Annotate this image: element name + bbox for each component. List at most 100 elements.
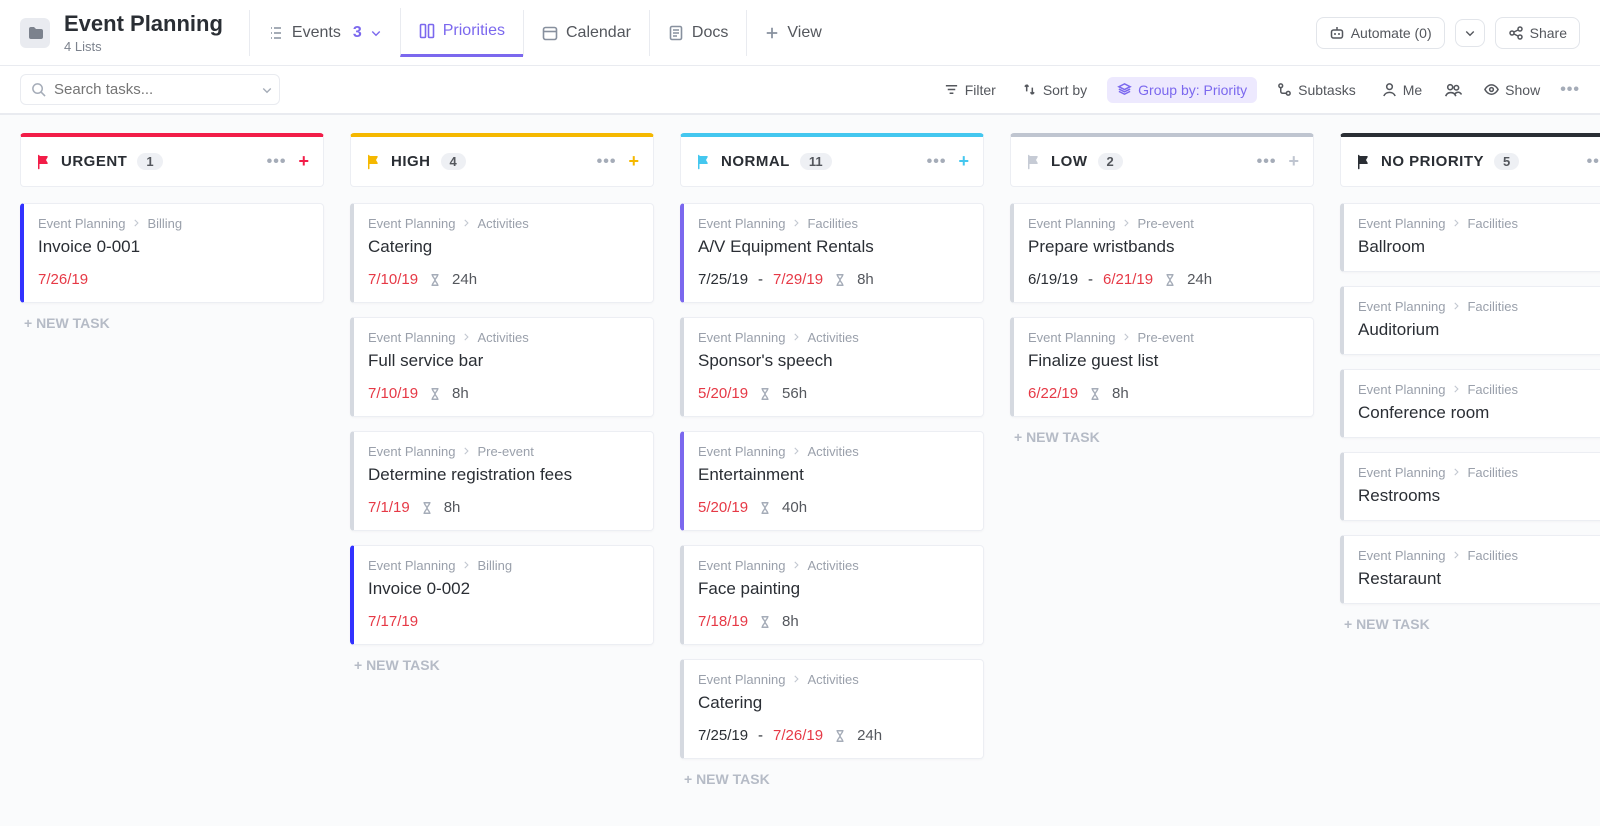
task-card[interactable]: Event PlanningFacilitiesConference room <box>1340 369 1600 438</box>
task-card[interactable]: Event PlanningPre-eventPrepare wristband… <box>1010 203 1314 303</box>
doc-icon <box>668 25 684 41</box>
tab-priorities[interactable]: Priorities <box>400 8 523 57</box>
card-title: Conference room <box>1358 403 1600 423</box>
me-button[interactable]: Me <box>1376 78 1428 102</box>
new-task-button[interactable]: + NEW TASK <box>20 303 324 343</box>
breadcrumb-folder: Event Planning <box>1358 216 1445 231</box>
subtasks-button[interactable]: Subtasks <box>1271 78 1362 102</box>
card-title: Face painting <box>698 579 969 599</box>
chevron-right-icon <box>461 558 471 573</box>
breadcrumb: Event PlanningFacilities <box>1358 299 1600 314</box>
sort-button[interactable]: Sort by <box>1016 78 1093 102</box>
task-card[interactable]: Event PlanningActivitiesCatering7/10/192… <box>350 203 654 303</box>
breadcrumb-folder: Event Planning <box>698 330 785 345</box>
task-card[interactable]: Event PlanningActivitiesCatering7/25/19-… <box>680 659 984 759</box>
breadcrumb-list: Billing <box>477 558 512 573</box>
page-title: Event Planning <box>64 11 223 37</box>
task-card[interactable]: Event PlanningPre-eventDetermine registr… <box>350 431 654 531</box>
automate-more-button[interactable] <box>1455 19 1485 47</box>
group-by-label: Group by: Priority <box>1138 82 1247 98</box>
new-task-button[interactable]: + NEW TASK <box>350 645 654 685</box>
task-card[interactable]: Event PlanningFacilitiesRestaraunt <box>1340 535 1600 604</box>
tab-add-view[interactable]: View <box>746 10 839 56</box>
folder-icon <box>20 18 50 48</box>
column-add-button[interactable]: + <box>628 151 639 172</box>
card-date-start: 7/18/19 <box>698 613 748 630</box>
search-wrap[interactable] <box>20 74 280 105</box>
tab-priorities-label: Priorities <box>443 22 505 40</box>
card-estimate: 56h <box>782 385 807 402</box>
filter-icon <box>944 82 959 97</box>
chevron-down-icon[interactable] <box>261 84 273 96</box>
card-title: Catering <box>368 237 639 257</box>
column-add-button[interactable]: + <box>958 151 969 172</box>
column-title: HIGH <box>391 153 431 170</box>
card-date-end: 6/21/19 <box>1103 271 1153 288</box>
hourglass-icon <box>1088 387 1102 401</box>
card-date-start: 7/25/19 <box>698 271 748 288</box>
show-label: Show <box>1505 82 1540 98</box>
column-more-button[interactable]: ••• <box>927 153 947 171</box>
card-title: Invoice 0-002 <box>368 579 639 599</box>
column-more-button[interactable]: ••• <box>267 153 287 171</box>
column-count: 1 <box>137 153 162 170</box>
task-card[interactable]: Event PlanningBillingInvoice 0-0027/17/1… <box>350 545 654 645</box>
toolbar-more-button[interactable]: ••• <box>1560 81 1580 99</box>
breadcrumb: Event PlanningPre-event <box>368 444 639 459</box>
card-estimate: 8h <box>444 499 461 516</box>
new-task-button[interactable]: + NEW TASK <box>680 759 984 799</box>
new-task-button[interactable]: + NEW TASK <box>1340 604 1600 644</box>
task-card[interactable]: Event PlanningActivitiesFull service bar… <box>350 317 654 417</box>
filter-button[interactable]: Filter <box>938 78 1002 102</box>
robot-icon <box>1329 25 1345 41</box>
card-estimate: 24h <box>1187 271 1212 288</box>
breadcrumb-list: Pre-event <box>1137 216 1193 231</box>
tab-docs[interactable]: Docs <box>649 10 746 56</box>
share-button[interactable]: Share <box>1495 17 1580 49</box>
automate-button[interactable]: Automate (0) <box>1316 17 1445 49</box>
card-title: Ballroom <box>1358 237 1600 257</box>
task-card[interactable]: Event PlanningActivitiesFace painting7/1… <box>680 545 984 645</box>
search-icon <box>31 82 46 97</box>
chevron-right-icon <box>791 672 801 687</box>
breadcrumb-list: Facilities <box>1467 382 1518 397</box>
task-card[interactable]: Event PlanningActivitiesSponsor's speech… <box>680 317 984 417</box>
card-estimate: 8h <box>857 271 874 288</box>
column-more-button[interactable]: ••• <box>597 153 617 171</box>
breadcrumb-folder: Event Planning <box>368 558 455 573</box>
breadcrumb-folder: Event Planning <box>698 558 785 573</box>
column-more-button[interactable]: ••• <box>1587 153 1600 171</box>
task-card[interactable]: Event PlanningActivitiesEntertainment5/2… <box>680 431 984 531</box>
task-card[interactable]: Event PlanningPre-eventFinalize guest li… <box>1010 317 1314 417</box>
column-header: URGENT1•••+ <box>20 133 324 187</box>
chevron-down-icon <box>370 27 382 39</box>
task-card[interactable]: Event PlanningFacilitiesA/V Equipment Re… <box>680 203 984 303</box>
tab-add-view-label: View <box>787 24 821 42</box>
card-title: Invoice 0-001 <box>38 237 309 257</box>
new-task-button[interactable]: + NEW TASK <box>1010 417 1314 457</box>
show-button[interactable]: Show <box>1478 78 1546 102</box>
tab-events[interactable]: Events 3 <box>249 10 400 56</box>
column-more-button[interactable]: ••• <box>1257 153 1277 171</box>
flag-icon <box>1355 154 1371 170</box>
card-meta: 7/18/198h <box>698 613 969 630</box>
search-input[interactable] <box>54 81 253 98</box>
column-add-button[interactable]: + <box>298 151 309 172</box>
group-by-button[interactable]: Group by: Priority <box>1107 77 1257 103</box>
list-icon <box>268 25 284 41</box>
tab-calendar[interactable]: Calendar <box>523 10 649 56</box>
breadcrumb-list: Pre-event <box>1137 330 1193 345</box>
card-date-start: 6/19/19 <box>1028 271 1078 288</box>
tab-docs-label: Docs <box>692 24 728 42</box>
column-count: 2 <box>1098 153 1123 170</box>
task-card[interactable]: Event PlanningFacilitiesAuditorium <box>1340 286 1600 355</box>
assignees-button[interactable] <box>1442 77 1464 103</box>
column-title: NORMAL <box>721 153 790 170</box>
hourglass-icon <box>758 501 772 515</box>
breadcrumb: Event PlanningPre-event <box>1028 330 1299 345</box>
task-card[interactable]: Event PlanningFacilitiesBallroom <box>1340 203 1600 272</box>
task-card[interactable]: Event PlanningFacilitiesRestrooms <box>1340 452 1600 521</box>
task-card[interactable]: Event PlanningBillingInvoice 0-0017/26/1… <box>20 203 324 303</box>
hourglass-icon <box>833 729 847 743</box>
column-add-button[interactable]: + <box>1288 151 1299 172</box>
